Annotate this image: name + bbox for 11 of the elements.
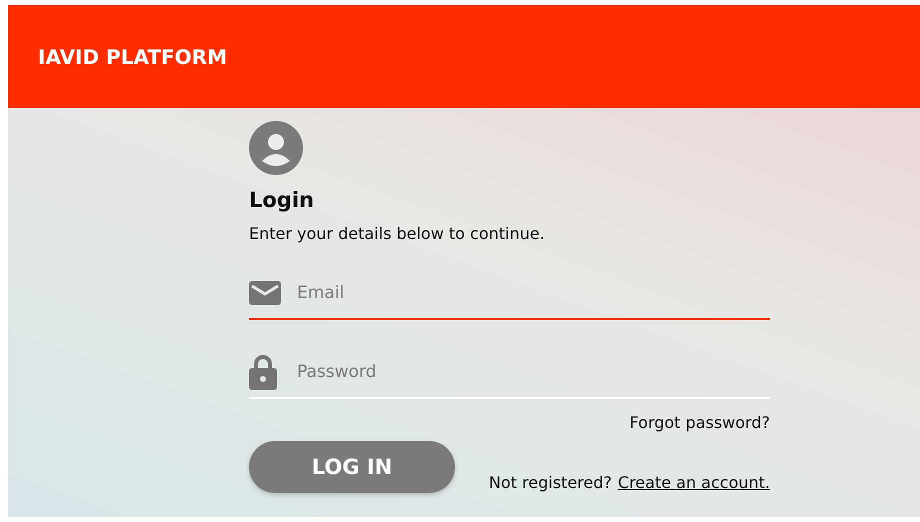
- user-avatar-icon: [249, 121, 303, 175]
- email-field[interactable]: Email: [297, 278, 770, 308]
- mail-icon: [249, 281, 281, 305]
- password-field[interactable]: Password: [297, 357, 770, 387]
- create-account-link[interactable]: Create an account.: [618, 473, 770, 492]
- forgot-password-link[interactable]: Forgot password?: [630, 413, 770, 432]
- log-in-button[interactable]: LOG IN: [249, 441, 455, 493]
- login-subtitle: Enter your details below to continue.: [249, 224, 546, 243]
- brand-title: IAVID PLATFORM: [38, 44, 227, 68]
- login-heading: Login: [249, 188, 315, 212]
- register-prompt: Not registered?: [488, 473, 612, 492]
